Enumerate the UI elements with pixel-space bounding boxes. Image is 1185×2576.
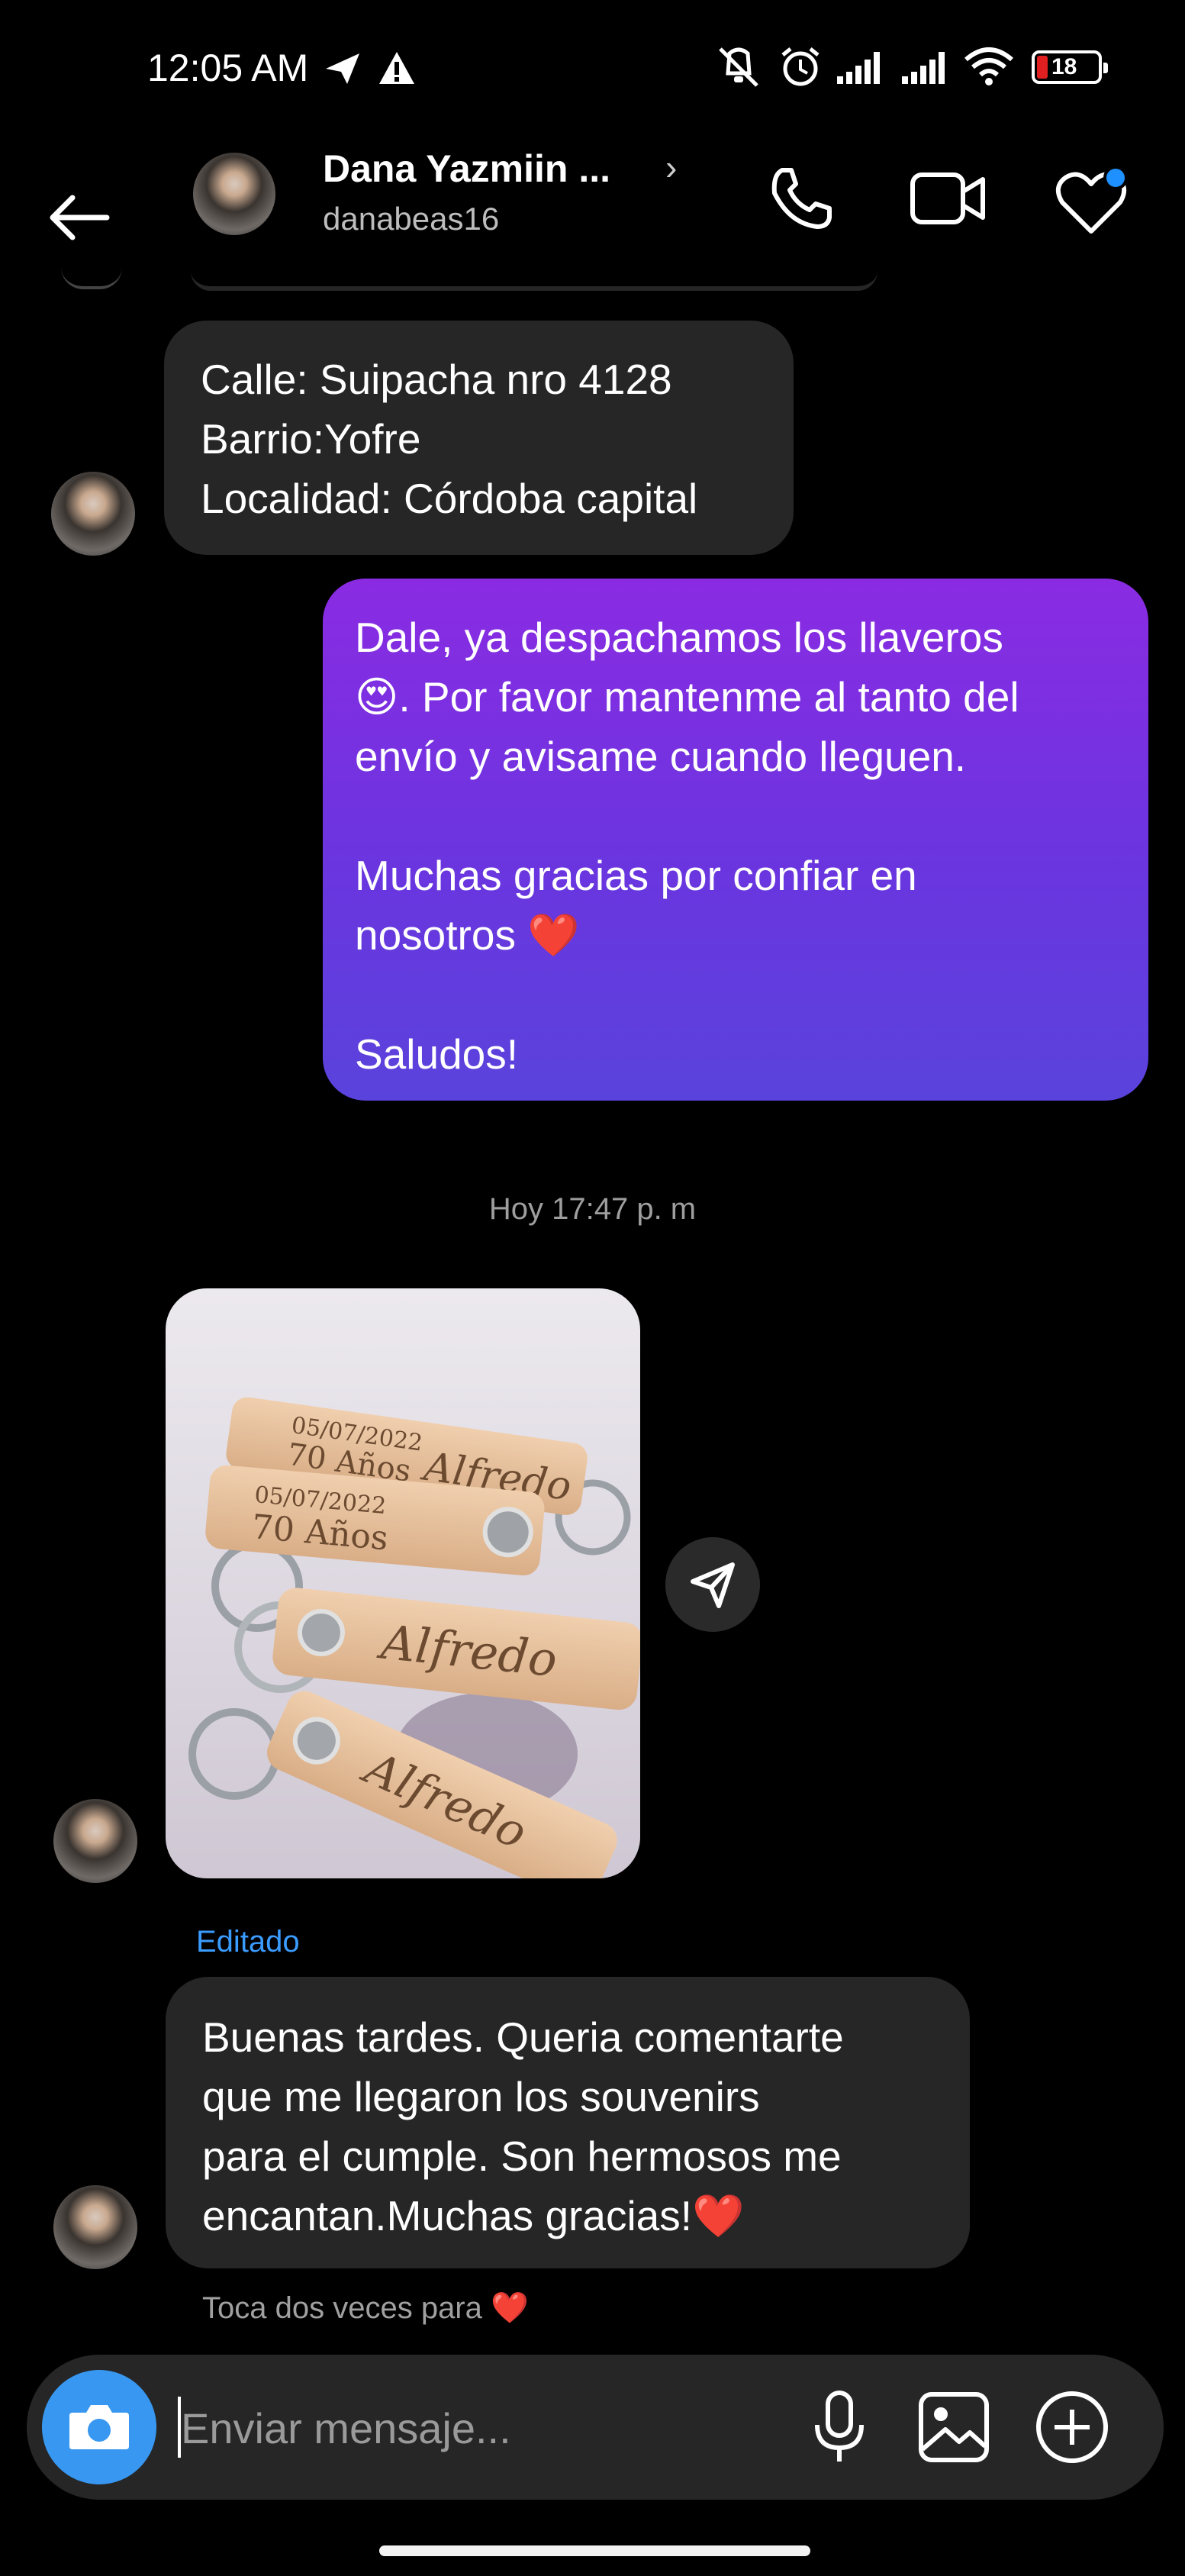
contact-handle[interactable]: danabeas16 — [323, 201, 499, 237]
message-text: Saludos! — [355, 1030, 519, 1078]
message-bubble-incoming[interactable]: Buenas tardes. Queria comentarte que me … — [166, 1977, 970, 2268]
chevron-right-icon[interactable]: › — [665, 147, 677, 188]
double-tap-hint: Toca dos veces para ❤️ — [202, 2291, 529, 2325]
message-text: Calle: Suipacha nro 4128 — [201, 356, 672, 403]
gallery-icon[interactable] — [912, 2385, 996, 2469]
message-text: que me llegaron los souvenirs — [202, 2073, 760, 2120]
signal-icon — [837, 52, 880, 84]
contact-name[interactable]: Dana Yazmiin ... — [323, 147, 610, 191]
message-text: para el cumple. Son hermosos me — [202, 2133, 842, 2180]
battery-level: 18 — [1051, 54, 1077, 79]
wifi-icon — [964, 47, 1013, 85]
status-bar: 12:05 AM 18 — [0, 0, 1185, 137]
home-indicator[interactable] — [379, 2545, 810, 2556]
message-timestamp: Hoy 17:47 p. m — [488, 1192, 697, 1226]
vibrate-off-icon — [719, 47, 758, 87]
message-bubble-outgoing[interactable]: Dale, ya despachamos los llaveros 😍. Por… — [323, 579, 1148, 1101]
message-text: Buenas tardes. Queria comentarte — [202, 2013, 844, 2061]
microphone-icon[interactable] — [797, 2385, 881, 2469]
message-text: Localidad: Córdoba capital — [201, 475, 698, 522]
message-text: envío y avisame cuando lleguen. — [355, 733, 967, 780]
chat-header: Dana Yazmiin ... › danabeas16 — [0, 137, 1185, 290]
status-time: 12:05 AM — [147, 47, 309, 89]
share-send-icon[interactable] — [665, 1537, 760, 1632]
phone-icon[interactable] — [767, 164, 836, 233]
shared-photo[interactable]: 05/07/2022 70 Años Alfredo 05/07/2022 70… — [166, 1288, 640, 1878]
sender-avatar[interactable] — [51, 472, 135, 556]
sender-avatar[interactable] — [53, 2185, 137, 2269]
message-text: 😍. Por favor mantenme al tanto del — [355, 673, 1019, 721]
plus-circle-icon[interactable] — [1030, 2385, 1114, 2469]
heart-tag-icon[interactable] — [1053, 164, 1129, 240]
back-arrow-icon[interactable] — [42, 179, 118, 256]
message-text: encantan.Muchas gracias!❤️ — [202, 2192, 745, 2239]
alarm-icon — [781, 47, 820, 86]
message-composer — [27, 2355, 1164, 2500]
camera-icon[interactable] — [42, 2370, 156, 2484]
message-text: nosotros ❤️ — [355, 911, 580, 959]
message-text: Dale, ya despachamos los llaveros — [355, 614, 1003, 661]
message-text: Barrio:Yofre — [201, 415, 421, 463]
signal-icon — [902, 52, 945, 84]
message-input[interactable] — [179, 2385, 793, 2471]
edited-label[interactable]: Editado — [196, 1925, 300, 1959]
warning-icon — [379, 52, 414, 84]
keychain-photo: 05/07/2022 70 Años Alfredo 05/07/2022 70… — [166, 1288, 640, 1878]
sender-avatar[interactable] — [53, 1799, 137, 1883]
previous-bubble-edge — [191, 271, 877, 291]
contact-avatar[interactable] — [193, 153, 275, 235]
video-camera-icon[interactable] — [908, 164, 988, 233]
battery-icon: 18 — [1032, 50, 1108, 84]
message-text: Muchas gracias por confiar en — [355, 852, 917, 899]
message-bubble-incoming[interactable]: Calle: Suipacha nro 4128 Barrio:Yofre Lo… — [164, 321, 794, 555]
send-icon — [326, 53, 359, 84]
